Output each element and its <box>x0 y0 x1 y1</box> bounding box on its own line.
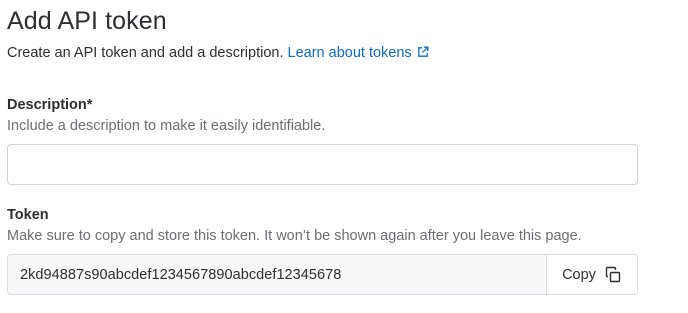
token-label: Token <box>7 207 49 223</box>
token-field: 2kd94887s90abcdef1234567890abcdef1234567… <box>7 254 638 295</box>
token-value[interactable]: 2kd94887s90abcdef1234567890abcdef1234567… <box>8 255 546 294</box>
token-help-text: Make sure to copy and store this token. … <box>7 228 582 244</box>
description-input[interactable] <box>7 144 638 185</box>
external-link-icon <box>417 46 429 57</box>
description-help-text: Include a description to make it easily … <box>7 118 326 134</box>
copy-button[interactable]: Copy <box>546 255 637 294</box>
learn-about-tokens-link-label: Learn about tokens <box>287 45 412 61</box>
add-api-token-page: Add API token Create an API token and ad… <box>0 0 688 313</box>
learn-about-tokens-link[interactable]: Learn about tokens <box>288 45 429 61</box>
copy-icon <box>605 266 621 282</box>
intro-text-row: Create an API token and add a descriptio… <box>7 43 429 63</box>
intro-text: Create an API token and add a descriptio… <box>7 45 284 61</box>
description-label: Description* <box>7 97 93 113</box>
page-title: Add API token <box>7 7 167 35</box>
copy-button-label: Copy <box>562 266 596 283</box>
